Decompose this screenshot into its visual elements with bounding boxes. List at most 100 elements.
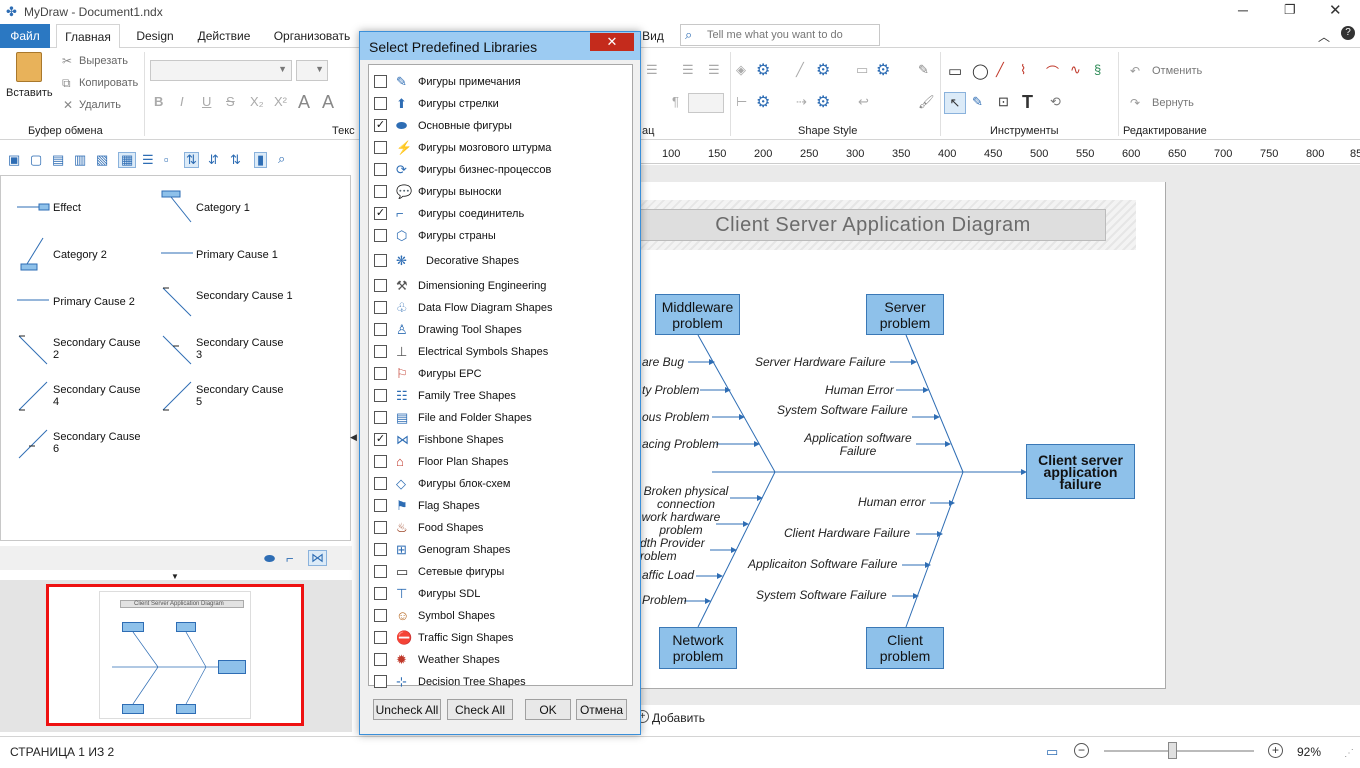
- zoom-in-icon[interactable]: +: [1268, 743, 1283, 758]
- gear-icon[interactable]: ⚙: [756, 92, 770, 112]
- save-icon[interactable]: ▣: [8, 153, 20, 167]
- shape-item-primary-cause1[interactable]: Primary Cause 1: [196, 249, 278, 261]
- new-library-icon[interactable]: ▢: [30, 153, 42, 167]
- crop-tool-icon[interactable]: ⊡: [998, 94, 1009, 110]
- library-row[interactable]: ⊹ Decision Tree Shapes: [372, 673, 630, 692]
- library-checkbox[interactable]: [374, 477, 387, 490]
- library-row[interactable]: ♧ Data Flow Diagram Shapes: [372, 299, 630, 318]
- fishbone-icon[interactable]: ⋈: [308, 550, 327, 566]
- library-checkbox[interactable]: [374, 411, 387, 424]
- search-icon[interactable]: ⌕: [278, 152, 285, 166]
- lasso-tool-icon[interactable]: ⟲: [1050, 94, 1061, 110]
- library-row[interactable]: ☺ Symbol Shapes: [372, 607, 630, 626]
- ellipse-tool-icon[interactable]: ◯: [972, 62, 989, 80]
- library-checkbox[interactable]: [374, 675, 387, 688]
- library-checkbox[interactable]: [374, 609, 387, 622]
- panel-collapse-icon[interactable]: ◀: [350, 432, 357, 443]
- shape-item-secondary-cause3[interactable]: Secondary Cause 3: [196, 337, 288, 361]
- library-checkbox[interactable]: [374, 587, 387, 600]
- library-row[interactable]: ✓ ⋈ Fishbone Shapes: [372, 431, 630, 450]
- tab-home[interactable]: Главная: [56, 24, 120, 49]
- library-checkbox[interactable]: [374, 279, 387, 292]
- sort-icon[interactable]: ⇅: [184, 152, 199, 168]
- sort-asc-icon[interactable]: ⇵: [208, 153, 219, 167]
- align-right-icon[interactable]: ☰: [708, 62, 720, 78]
- spacing-select[interactable]: [688, 93, 724, 113]
- library-row[interactable]: ⚑ Flag Shapes: [372, 497, 630, 516]
- library-checkbox[interactable]: [374, 389, 387, 402]
- cause-label[interactable]: Server Hardware Failure: [755, 356, 886, 369]
- library-row[interactable]: ♙ Drawing Tool Shapes: [372, 321, 630, 340]
- cause-label[interactable]: dth Provider roblem: [640, 537, 712, 563]
- superscript-icon[interactable]: X²: [274, 94, 287, 109]
- font-color-icon[interactable]: A: [322, 92, 334, 113]
- line-style-icon[interactable]: ╱: [796, 62, 804, 78]
- uncheck-all-button[interactable]: Uncheck All: [373, 699, 441, 720]
- undo-button[interactable]: ↶ Отменить: [1130, 64, 1220, 80]
- underline-icon[interactable]: U: [202, 94, 211, 109]
- cause-label[interactable]: Human error: [858, 496, 925, 509]
- search-box[interactable]: ⌕ Tell me what you want to do: [680, 24, 880, 46]
- cause-label[interactable]: work hardware problem: [640, 511, 722, 537]
- cause-label[interactable]: System Software Failure: [756, 589, 887, 602]
- align-left-icon[interactable]: ⊢: [736, 94, 747, 110]
- library-checkbox[interactable]: [374, 631, 387, 644]
- gear-icon[interactable]: ⚙: [756, 60, 770, 80]
- library-checkbox[interactable]: [374, 521, 387, 534]
- library-checkbox[interactable]: [374, 185, 387, 198]
- library-checkbox[interactable]: [374, 543, 387, 556]
- cause-label[interactable]: Problem: [642, 594, 687, 607]
- library-checkbox[interactable]: [374, 75, 387, 88]
- library-row[interactable]: ▤ File and Folder Shapes: [372, 409, 630, 428]
- minimize-icon[interactable]: ─: [1238, 2, 1248, 18]
- list-view-icon[interactable]: ☰: [142, 153, 154, 167]
- library-checkbox[interactable]: [374, 499, 387, 512]
- library-row[interactable]: ◇ Фигуры блок-схем: [372, 475, 630, 494]
- cause-label[interactable]: ty Problem: [642, 384, 699, 397]
- cut-button[interactable]: ✂ Вырезать: [62, 54, 142, 70]
- pointer-tool-icon[interactable]: ↖: [944, 92, 966, 114]
- cause-label[interactable]: Broken physical connection: [640, 485, 732, 511]
- library-checkbox[interactable]: [374, 141, 387, 154]
- library-checkbox[interactable]: [374, 229, 387, 242]
- sort-desc-icon[interactable]: ⇅: [230, 153, 241, 167]
- effect-box[interactable]: Client server application failure: [1026, 444, 1135, 499]
- maximize-icon[interactable]: ❐: [1284, 2, 1296, 18]
- tab-arrange[interactable]: Организовать: [268, 24, 356, 48]
- client-problem-box[interactable]: Client problem: [866, 627, 944, 669]
- text-style-icon[interactable]: A: [298, 92, 310, 113]
- library-checkbox[interactable]: [374, 565, 387, 578]
- shape-item-category2[interactable]: Category 2: [53, 249, 107, 261]
- open-folder-icon[interactable]: ▤: [52, 153, 64, 167]
- zoom-out-icon[interactable]: −: [1074, 743, 1089, 758]
- arc-tool-icon[interactable]: ⌒: [1046, 62, 1059, 81]
- cause-label[interactable]: are Bug: [642, 356, 684, 369]
- library-row[interactable]: ✓ ⬬ Основные фигуры: [372, 117, 630, 136]
- library-checkbox[interactable]: [374, 301, 387, 314]
- shadow-icon[interactable]: ▭: [856, 62, 868, 78]
- library-row[interactable]: ☷ Family Tree Shapes: [372, 387, 630, 406]
- library-checkbox[interactable]: ✓: [374, 119, 387, 132]
- close-library-icon[interactable]: ▧: [96, 153, 108, 167]
- navigator-viewport[interactable]: Client Server Application Diagram: [46, 584, 304, 726]
- small-view-icon[interactable]: ▫: [164, 153, 169, 167]
- align-icon[interactable]: ☰: [682, 62, 694, 78]
- close-icon[interactable]: ✕: [1329, 1, 1342, 19]
- shape-item-effect[interactable]: Effect: [53, 202, 81, 214]
- library-checkbox[interactable]: [374, 455, 387, 468]
- subscript-icon[interactable]: X₂: [250, 94, 264, 109]
- library-checkbox[interactable]: [374, 345, 387, 358]
- library-row[interactable]: ⚐ Фигуры EPC: [372, 365, 630, 384]
- tab-design[interactable]: Design: [128, 24, 182, 48]
- cause-label[interactable]: Client Hardware Failure: [784, 527, 910, 540]
- pencil-tool-icon[interactable]: ✎: [972, 94, 983, 110]
- tab-view[interactable]: Вид: [640, 24, 666, 48]
- cause-label[interactable]: affic Load: [642, 569, 694, 582]
- shape-item-secondary-cause6[interactable]: Secondary Cause 6: [53, 431, 145, 455]
- library-row[interactable]: ⟳ Фигуры бизнес-процессов: [372, 161, 630, 180]
- library-checkbox[interactable]: [374, 323, 387, 336]
- shape-item-secondary-cause1[interactable]: Secondary Cause 1: [196, 290, 296, 302]
- library-row[interactable]: ⚒ Dimensioning Engineering: [372, 277, 630, 296]
- shape-item-secondary-cause2[interactable]: Secondary Cause 2: [53, 337, 145, 361]
- shape-item-secondary-cause5[interactable]: Secondary Cause 5: [196, 384, 288, 408]
